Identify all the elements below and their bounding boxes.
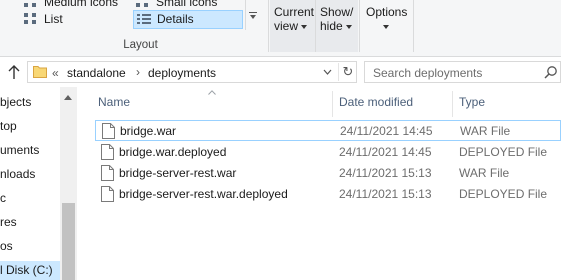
file-date: 24/11/2021 15:13 <box>339 166 432 180</box>
nav-item-music[interactable]: c <box>0 191 6 205</box>
breadcrumb-standalone[interactable]: standalone <box>67 66 126 80</box>
layout-medium-icons-label: Medium icons <box>44 0 119 9</box>
column-header-type[interactable]: Type <box>459 95 485 109</box>
file-row[interactable]: bridge-server-rest.war 24/11/2021 15:13 … <box>95 163 561 184</box>
nav-item-desktop[interactable]: top <box>0 119 17 133</box>
nav-item-pictures[interactable]: res <box>0 215 17 229</box>
file-row[interactable]: bridge.war.deployed 24/11/2021 14:45 DEP… <box>95 142 561 163</box>
chevron-down-icon <box>301 24 308 29</box>
file-type: DEPLOYED File <box>459 187 548 201</box>
file-row[interactable]: bridge.war 24/11/2021 14:45 WAR File <box>95 120 561 141</box>
file-icon <box>102 123 115 139</box>
up-arrow-icon[interactable] <box>7 64 21 80</box>
layout-details-content[interactable]: Details <box>137 10 194 28</box>
chevron-down-icon <box>383 24 389 29</box>
options-button[interactable]: Options <box>366 5 407 33</box>
more-bar-icon <box>249 12 257 13</box>
navigation-pane: bjects top uments nloads c res os l Disk… <box>0 87 77 280</box>
file-date: 24/11/2021 14:45 <box>339 145 432 159</box>
search-input[interactable]: Search deployments <box>364 61 561 83</box>
current-view-button[interactable]: Current view <box>274 5 314 33</box>
folder-icon <box>33 66 47 78</box>
file-type: WAR File <box>460 124 511 138</box>
file-icon <box>101 186 114 202</box>
address-row: « standalone › deployments ↻ Search depl… <box>0 58 561 86</box>
file-icon <box>101 144 114 160</box>
file-row[interactable]: bridge-server-rest.war.deployed 24/11/20… <box>95 184 561 205</box>
file-icon <box>101 165 114 181</box>
search-icon <box>544 66 557 79</box>
grid-icon <box>24 0 38 8</box>
file-date: 24/11/2021 15:13 <box>339 187 432 201</box>
chevron-down-icon <box>345 24 352 29</box>
nav-item-downloads[interactable]: nloads <box>0 167 35 181</box>
layout-gallery-more[interactable] <box>245 0 259 30</box>
ribbon-divider <box>268 0 269 52</box>
file-name: bridge-server-rest.war <box>119 166 237 180</box>
layout-list-label: List <box>44 12 63 26</box>
search-placeholder: Search deployments <box>373 66 483 80</box>
chevron-down-icon[interactable] <box>323 69 332 75</box>
chevron-down-icon <box>250 15 256 19</box>
refresh-icon[interactable]: ↻ <box>338 63 357 81</box>
scroll-thumb[interactable] <box>62 203 75 280</box>
file-name: bridge.war.deployed <box>119 145 227 159</box>
layout-details-label: Details <box>157 12 194 26</box>
layout-list[interactable]: List <box>24 10 63 28</box>
list-icon <box>24 13 38 25</box>
chevron-right-icon[interactable]: › <box>136 65 140 79</box>
nav-scrollbar[interactable] <box>60 87 77 280</box>
show-hide-line2: hide <box>320 19 343 33</box>
column-divider[interactable] <box>452 91 453 117</box>
layout-small-icons-label: Small icons <box>156 0 218 9</box>
show-hide-line1: Show/ <box>320 5 354 19</box>
scroll-up-icon[interactable] <box>64 95 72 100</box>
sort-ascending-icon <box>208 90 216 95</box>
ribbon-divider <box>359 0 360 52</box>
column-header-date[interactable]: Date modified <box>339 95 413 109</box>
breadcrumb-deployments[interactable]: deployments <box>148 66 216 80</box>
details-icon <box>137 13 151 25</box>
ribbon: Medium icons Small icons List Details La… <box>0 0 561 57</box>
file-date: 24/11/2021 14:45 <box>340 124 433 138</box>
column-divider[interactable] <box>332 91 333 117</box>
options-label: Options <box>366 5 408 19</box>
column-header-name[interactable]: Name <box>98 95 130 109</box>
file-type: WAR File <box>459 166 510 180</box>
file-name: bridge-server-rest.war.deployed <box>119 187 288 201</box>
breadcrumb-overflow[interactable]: « <box>52 66 59 80</box>
nav-item-documents[interactable]: uments <box>0 143 39 157</box>
current-view-line2: view <box>274 19 299 33</box>
nav-item-videos[interactable]: os <box>0 239 13 253</box>
layout-group-label: Layout <box>123 39 158 51</box>
current-view-line1: Current <box>274 5 315 19</box>
grid-small-icon <box>136 0 150 8</box>
address-bar[interactable]: « standalone › deployments ↻ <box>27 61 357 83</box>
file-type: DEPLOYED File <box>459 145 548 159</box>
show-hide-button[interactable]: Show/ hide <box>320 5 353 33</box>
file-name: bridge.war <box>120 124 177 138</box>
nav-item-3d-objects[interactable]: bjects <box>0 95 31 109</box>
file-list: Name Date modified Type bridge.war 24/11… <box>77 87 561 280</box>
nav-item-local-disk[interactable]: l Disk (C:) <box>0 263 53 277</box>
ribbon-divider <box>413 0 414 52</box>
